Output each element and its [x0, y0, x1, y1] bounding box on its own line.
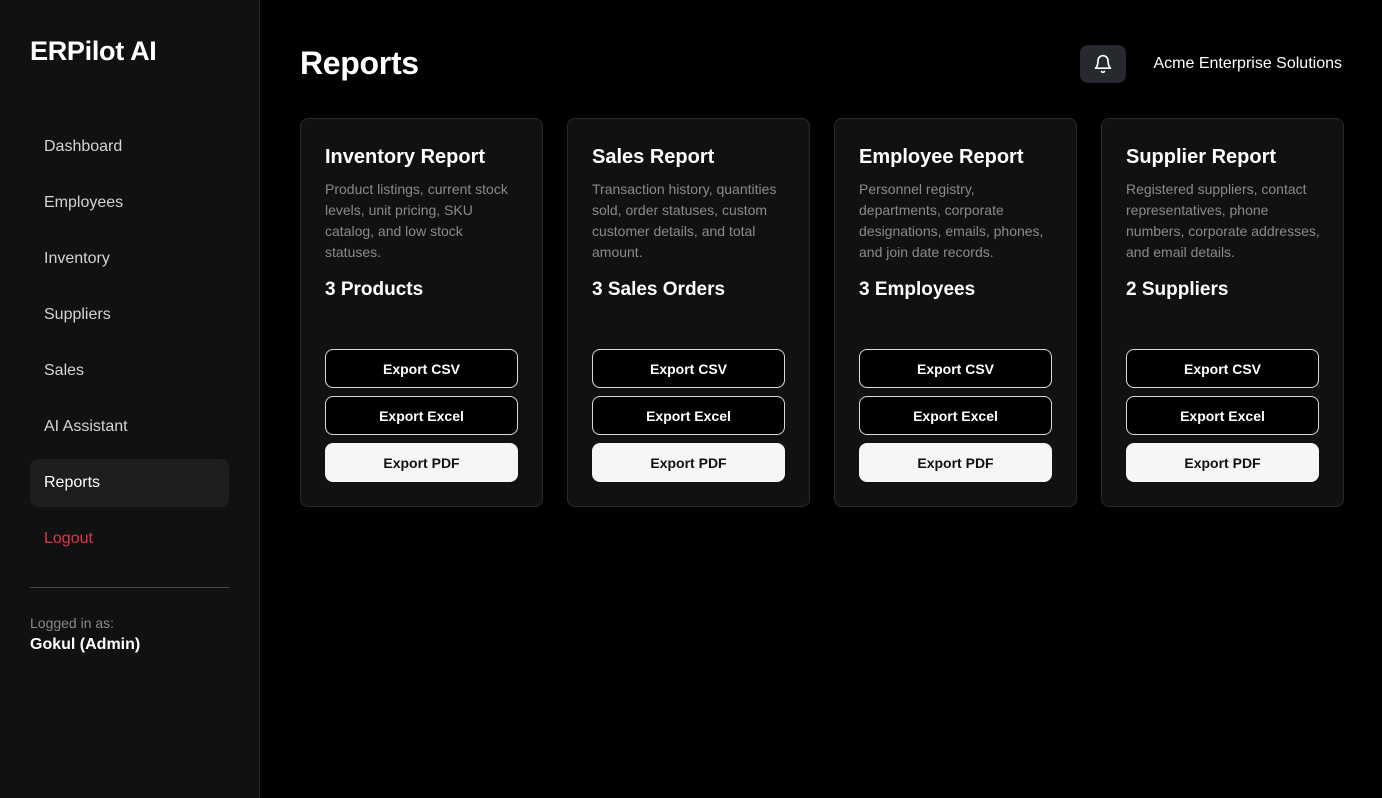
logged-in-user: Gokul (Admin)	[30, 636, 141, 653]
export-buttons: Export CSV Export Excel Export PDF	[592, 349, 785, 490]
sidebar-item-ai-assistant[interactable]: AI Assistant	[30, 403, 229, 451]
page-title: Reports	[300, 45, 419, 81]
sidebar-item-sales[interactable]: Sales	[30, 347, 229, 395]
export-excel-button[interactable]: Export Excel	[859, 396, 1052, 435]
card-description: Registered suppliers, contact representa…	[1126, 181, 1320, 260]
card-title: Sales Report	[592, 146, 715, 168]
card-description: Transaction history, quantities sold, or…	[592, 181, 777, 260]
export-csv-button[interactable]: Export CSV	[592, 349, 785, 388]
card-title: Supplier Report	[1126, 146, 1277, 168]
sidebar-nav: Dashboard Employees Inventory Suppliers …	[30, 123, 229, 571]
export-pdf-button[interactable]: Export PDF	[1126, 443, 1319, 482]
brand-logo: ERPilot AI	[30, 36, 157, 66]
card-description: Product listings, current stock levels, …	[325, 181, 508, 260]
sidebar-item-suppliers[interactable]: Suppliers	[30, 291, 229, 339]
card-title: Employee Report	[859, 146, 1024, 168]
report-cards: Inventory Report Product listings, curre…	[300, 118, 1344, 507]
sidebar-item-employees[interactable]: Employees	[30, 179, 229, 227]
export-excel-button[interactable]: Export Excel	[592, 396, 785, 435]
report-card-employee: Employee Report Personnel registry, depa…	[834, 118, 1077, 507]
card-count: 3 Sales Orders	[592, 279, 726, 300]
sidebar-item-inventory[interactable]: Inventory	[30, 235, 229, 283]
card-count: 3 Products	[325, 279, 424, 300]
card-count: 2 Suppliers	[1126, 279, 1229, 300]
export-excel-button[interactable]: Export Excel	[1126, 396, 1319, 435]
report-card-sales: Sales Report Transaction history, quanti…	[567, 118, 810, 507]
sidebar-item-reports[interactable]: Reports	[30, 459, 229, 507]
notification-button[interactable]	[1080, 45, 1126, 83]
logged-in-label: Logged in as:	[30, 615, 115, 631]
export-csv-button[interactable]: Export CSV	[1126, 349, 1319, 388]
bell-icon	[1094, 54, 1112, 74]
report-card-inventory: Inventory Report Product listings, curre…	[300, 118, 543, 507]
card-description: Personnel registry, departments, corpora…	[859, 181, 1044, 260]
company-name: Acme Enterprise Solutions	[1153, 55, 1342, 72]
sidebar-divider	[30, 587, 229, 588]
export-pdf-button[interactable]: Export PDF	[859, 443, 1052, 482]
sidebar: ERPilot AI Dashboard Employees Inventory…	[0, 0, 260, 798]
export-buttons: Export CSV Export Excel Export PDF	[859, 349, 1052, 490]
sidebar-item-dashboard[interactable]: Dashboard	[30, 123, 229, 171]
export-csv-button[interactable]: Export CSV	[325, 349, 518, 388]
card-title: Inventory Report	[325, 146, 486, 168]
card-count: 3 Employees	[859, 279, 976, 300]
export-excel-button[interactable]: Export Excel	[325, 396, 518, 435]
export-buttons: Export CSV Export Excel Export PDF	[325, 349, 518, 490]
app-root: ERPilot AI Dashboard Employees Inventory…	[0, 0, 1382, 798]
report-card-supplier: Supplier Report Registered suppliers, co…	[1101, 118, 1344, 507]
export-pdf-button[interactable]: Export PDF	[325, 443, 518, 482]
export-csv-button[interactable]: Export CSV	[859, 349, 1052, 388]
sidebar-item-logout[interactable]: Logout	[30, 515, 229, 563]
export-pdf-button[interactable]: Export PDF	[592, 443, 785, 482]
export-buttons: Export CSV Export Excel Export PDF	[1126, 349, 1319, 490]
main-content: Reports Acme Enterprise Solutions Invent…	[260, 0, 1382, 798]
